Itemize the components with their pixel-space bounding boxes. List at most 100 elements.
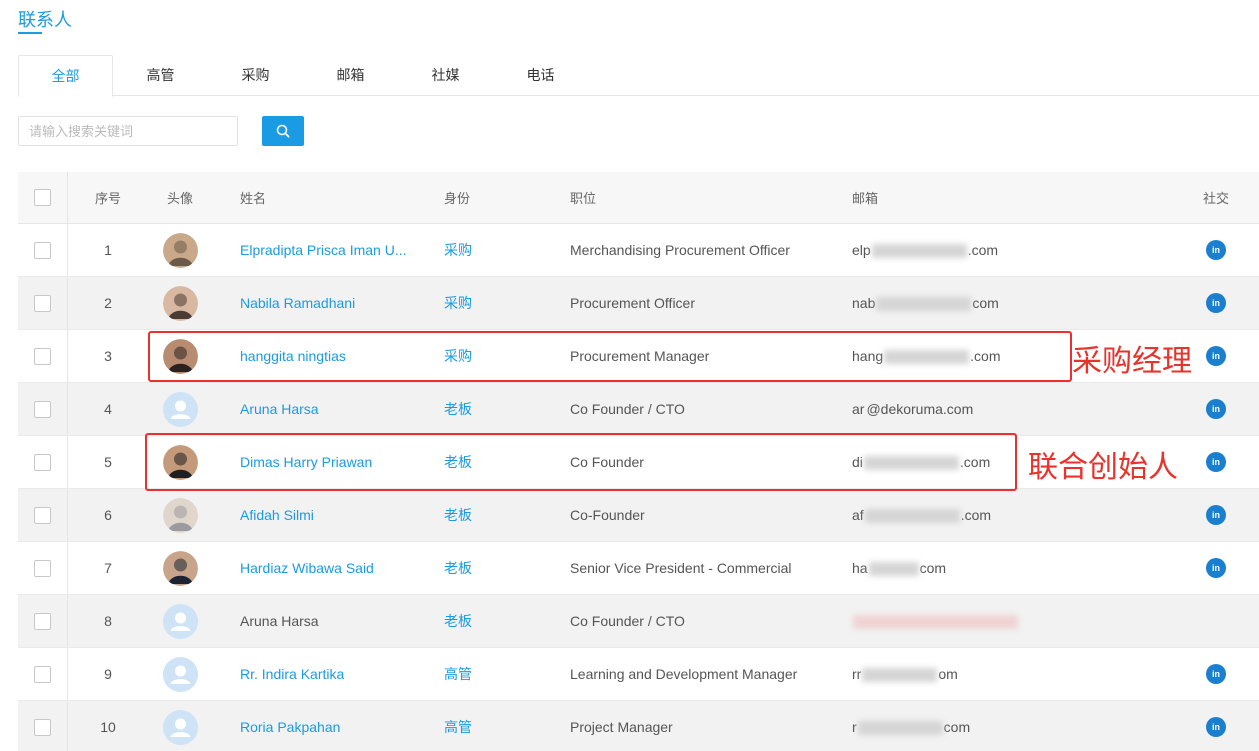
row-checkbox[interactable] — [34, 718, 51, 736]
contact-role[interactable]: 老板 — [444, 505, 472, 525]
table-row: 7 Hardiaz Wibawa Said 老板 Senior Vice Presid… — [18, 542, 1259, 595]
user-icon — [162, 709, 198, 745]
email-redacted — [853, 615, 1018, 630]
contact-email: ar @dekoruma.com — [852, 401, 973, 417]
table-row: 9 Rr. Indira Kartika 高管 Learning and Develo… — [18, 648, 1259, 701]
row-checkbox[interactable] — [34, 400, 51, 418]
avatar-placeholder — [162, 391, 198, 427]
contact-email — [852, 613, 1019, 630]
contact-email: af .com — [852, 506, 992, 524]
linkedin-icon[interactable]: in — [1206, 717, 1226, 737]
contact-role[interactable]: 采购 — [444, 346, 472, 366]
avatar-placeholder — [162, 603, 198, 639]
contact-title: Co-Founder — [570, 507, 645, 523]
contact-role[interactable]: 老板 — [444, 558, 472, 578]
contact-name-link[interactable]: Roria Pakpahan — [240, 719, 340, 735]
contact-email: hang .com — [852, 347, 1001, 365]
email-start: rr — [852, 665, 862, 682]
email-start: di — [852, 453, 863, 470]
linkedin-icon[interactable]: in — [1206, 664, 1226, 684]
linkedin-icon[interactable]: in — [1206, 346, 1226, 366]
contact-role[interactable]: 老板 — [444, 452, 472, 472]
row-checkbox[interactable] — [34, 347, 51, 365]
contact-name-link[interactable]: Afidah Silmi — [240, 507, 314, 523]
avatar — [162, 497, 198, 533]
avatar-photo — [162, 232, 198, 268]
tab-procurement[interactable]: 采购 — [208, 55, 303, 96]
avatar-photo — [162, 285, 198, 321]
contact-role[interactable]: 高管 — [444, 717, 472, 737]
row-checkbox[interactable] — [34, 506, 51, 524]
search-button[interactable] — [262, 116, 304, 146]
contact-email: ha com — [852, 559, 946, 577]
row-checkbox[interactable] — [34, 241, 51, 259]
linkedin-icon[interactable]: in — [1206, 240, 1226, 260]
email-end: com — [943, 718, 971, 735]
row-number: 3 — [104, 348, 112, 364]
email-start: ha — [852, 559, 868, 576]
header-name: 姓名 — [240, 191, 267, 206]
row-checkbox[interactable] — [34, 453, 51, 471]
contact-role[interactable]: 老板 — [444, 399, 472, 419]
contact-name-link[interactable]: Hardiaz Wibawa Said — [240, 560, 374, 576]
contact-name-link[interactable]: Dimas Harry Priawan — [240, 454, 372, 470]
tab-social[interactable]: 社媒 — [398, 55, 493, 96]
tab-email[interactable]: 邮箱 — [303, 55, 398, 96]
header-title: 职位 — [570, 191, 597, 206]
linkedin-icon[interactable]: in — [1206, 399, 1226, 419]
linkedin-icon[interactable]: in — [1206, 505, 1226, 525]
tab-all[interactable]: 全部 — [18, 55, 113, 97]
table-row: 6 Afidah Silmi 老板 Co-Founder af .com in — [18, 489, 1259, 542]
contact-email: elp .com — [852, 241, 998, 259]
header-no: 序号 — [94, 191, 121, 206]
email-redacted — [864, 509, 960, 524]
row-number: 10 — [100, 719, 116, 735]
email-redacted — [868, 562, 919, 577]
annotation-co-founder: 联合创始人 — [1028, 450, 1178, 485]
header-role: 身份 — [444, 191, 471, 206]
contact-role[interactable]: 采购 — [444, 293, 472, 313]
search-input[interactable] — [18, 116, 238, 146]
tab-phone[interactable]: 电话 — [493, 55, 588, 96]
linkedin-icon[interactable]: in — [1206, 293, 1226, 313]
email-start: r — [852, 718, 857, 735]
contact-title: Procurement Manager — [570, 348, 710, 364]
contact-name-link[interactable]: Nabila Ramadhani — [240, 295, 355, 311]
row-checkbox[interactable] — [34, 294, 51, 312]
contact-title: Learning and Development Manager — [570, 666, 798, 682]
email-end: om — [938, 665, 958, 682]
avatar-photo — [162, 444, 198, 480]
contact-name-link[interactable]: Aruna Harsa — [240, 401, 319, 417]
linkedin-icon[interactable]: in — [1206, 452, 1226, 472]
header-email: 邮箱 — [852, 191, 879, 206]
email-redacted — [857, 721, 943, 736]
email-end: .com — [960, 506, 992, 523]
row-number: 9 — [104, 666, 112, 682]
row-number: 5 — [104, 454, 112, 470]
table-row: 8 Aruna Harsa 老板 Co Founder / CTO — [18, 595, 1259, 648]
row-number: 2 — [104, 295, 112, 311]
avatar-placeholder — [162, 709, 198, 745]
email-start: af — [852, 506, 864, 523]
avatar-photo — [162, 497, 198, 533]
row-checkbox[interactable] — [34, 559, 51, 577]
contact-name-link[interactable]: Elpradipta Prisca Iman U... — [240, 242, 407, 258]
user-icon — [162, 391, 198, 427]
email-redacted — [871, 244, 967, 259]
contact-role[interactable]: 高管 — [444, 664, 472, 684]
row-number: 6 — [104, 507, 112, 523]
select-all-checkbox[interactable] — [34, 189, 51, 206]
email-end: .com — [970, 347, 1001, 364]
contact-email: r com — [852, 718, 971, 736]
contact-title: Co Founder / CTO — [570, 401, 685, 417]
contact-role[interactable]: 采购 — [444, 240, 472, 260]
linkedin-icon[interactable]: in — [1206, 558, 1226, 578]
email-start: elp — [852, 241, 871, 258]
contact-name-link[interactable]: hanggita ningtias — [240, 348, 346, 364]
email-redacted — [862, 668, 938, 683]
contact-role[interactable]: 老板 — [444, 611, 472, 631]
row-checkbox[interactable] — [34, 665, 51, 683]
contact-name-link[interactable]: Rr. Indira Kartika — [240, 666, 344, 682]
row-checkbox[interactable] — [34, 612, 51, 630]
tab-executives[interactable]: 高管 — [113, 55, 208, 96]
